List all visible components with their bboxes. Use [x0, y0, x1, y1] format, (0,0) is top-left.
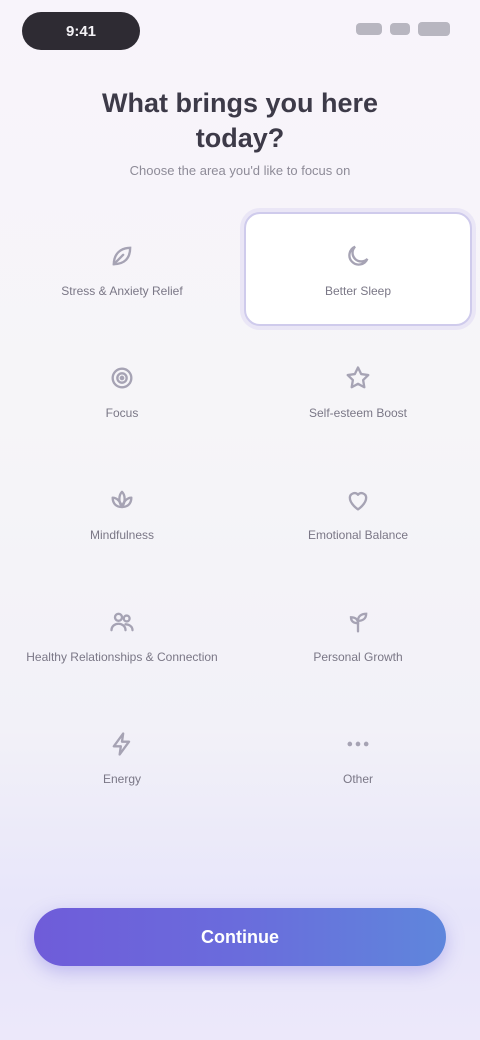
sprout-icon [342, 606, 374, 638]
signal-icon [356, 23, 382, 35]
continue-button[interactable]: Continue [34, 908, 446, 966]
option-label: Personal Growth [313, 649, 403, 664]
option-card-self-esteem[interactable]: Self-esteem Boost [244, 334, 472, 448]
target-icon [106, 362, 138, 394]
option-card-mindfulness[interactable]: Mindfulness [8, 456, 236, 570]
option-card-personal-growth[interactable]: Personal Growth [244, 578, 472, 692]
option-label: Healthy Relationships & Connection [26, 649, 218, 664]
option-card-emotional-balance[interactable]: Emotional Balance [244, 456, 472, 570]
leaf-icon [106, 240, 138, 272]
options-grid: Stress & Anxiety Relief Better Sleep Foc… [8, 212, 472, 814]
option-label: Emotional Balance [307, 527, 409, 542]
option-card-relationships[interactable]: Healthy Relationships & Connection [8, 578, 236, 692]
option-label: Focus [105, 405, 139, 420]
option-label: Better Sleep [324, 283, 392, 298]
option-card-energy[interactable]: Energy [8, 700, 236, 814]
option-card-focus[interactable]: Focus [8, 334, 236, 448]
option-card-other[interactable]: Other [244, 700, 472, 814]
option-label: Mindfulness [89, 527, 155, 542]
status-time: 9:41 [22, 12, 140, 50]
status-bar: 9:41 [0, 0, 480, 64]
moon-icon [342, 240, 374, 272]
option-card-stress[interactable]: Stress & Anxiety Relief [8, 212, 236, 326]
people-icon [106, 606, 138, 638]
star-icon [342, 362, 374, 394]
option-label: Energy [102, 771, 142, 786]
battery-icon [418, 22, 450, 36]
page-title: What brings you here today? [101, 88, 379, 153]
lotus-icon [106, 484, 138, 516]
option-label: Other [342, 771, 373, 786]
dots-icon [342, 728, 374, 760]
status-icons [356, 22, 450, 36]
page-subtitle: Choose the area you'd like to focus on [129, 163, 351, 178]
option-label: Stress & Anxiety Relief [61, 283, 183, 298]
wifi-icon [390, 23, 410, 35]
option-label: Self-esteem Boost [308, 405, 408, 420]
option-card-sleep[interactable]: Better Sleep [244, 212, 472, 326]
heart-icon [342, 484, 374, 516]
bolt-icon [106, 728, 138, 760]
